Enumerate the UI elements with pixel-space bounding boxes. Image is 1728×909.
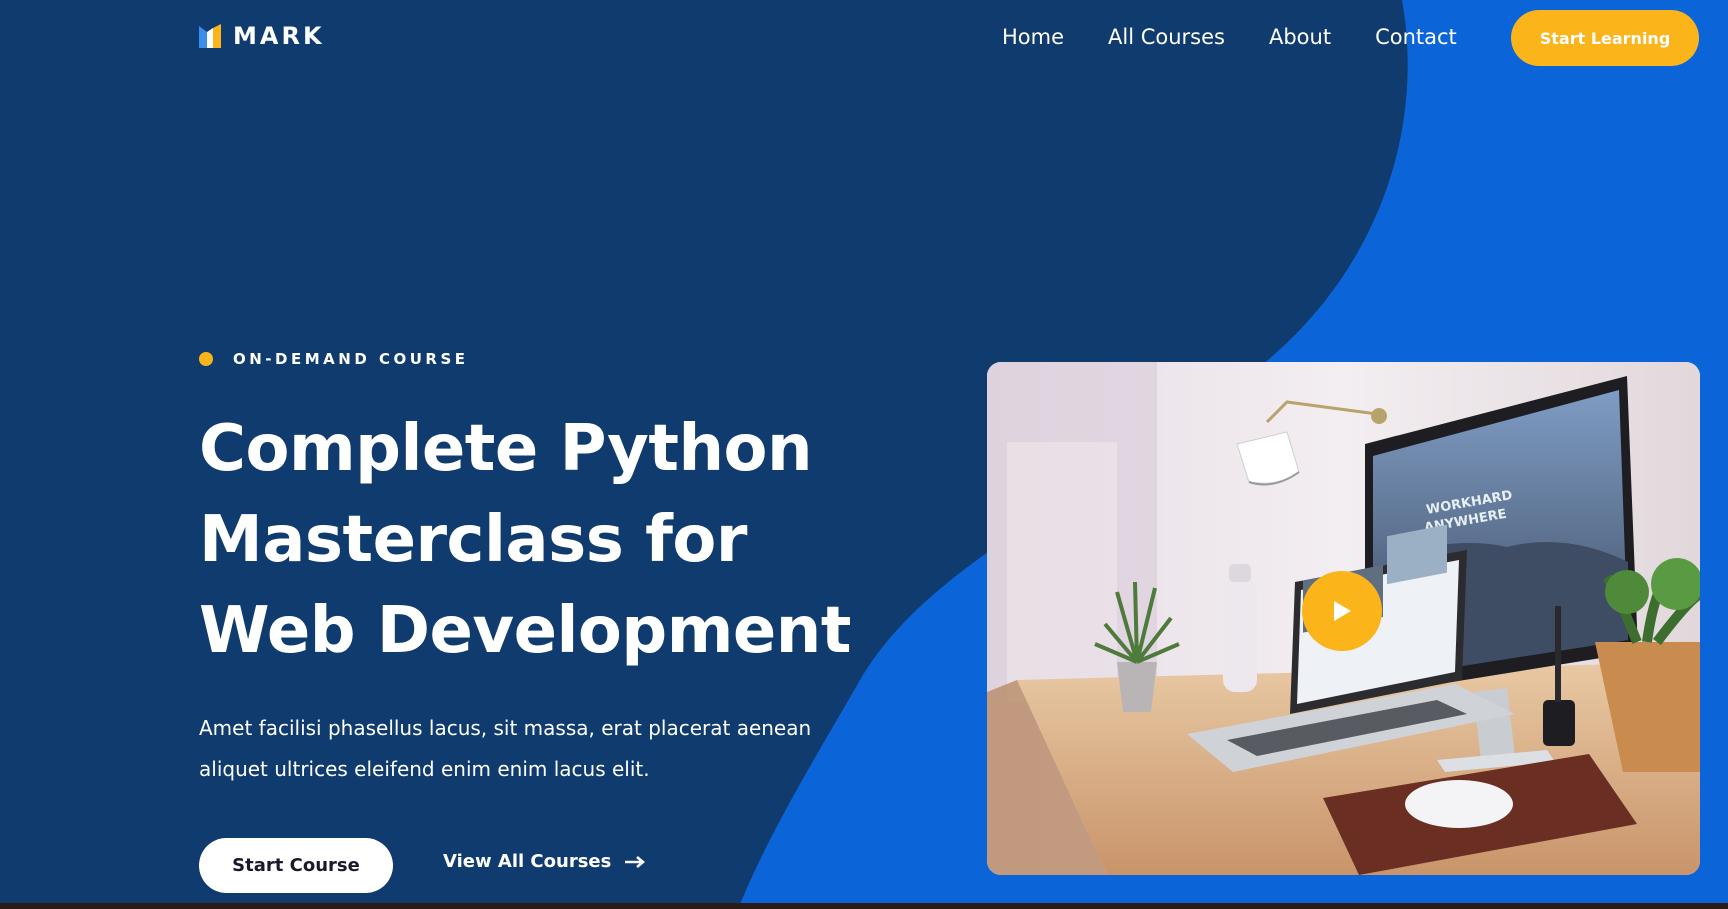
- nav-home[interactable]: Home: [1002, 22, 1064, 52]
- main-nav: Home All Courses About Contact: [1002, 22, 1457, 52]
- start-course-button[interactable]: Start Course: [199, 838, 393, 893]
- play-video-button[interactable]: [1302, 571, 1382, 651]
- nav-contact[interactable]: Contact: [1375, 22, 1457, 52]
- view-all-courses-label: View All Courses: [443, 851, 612, 872]
- hero-title-line-1: Complete Python: [199, 412, 813, 486]
- hero-description: Amet facilisi phasellus lacus, sit massa…: [199, 708, 879, 790]
- view-all-courses-link[interactable]: View All Courses: [443, 851, 646, 872]
- brand-logo[interactable]: MARK: [199, 22, 325, 50]
- bottom-edge-strip: [0, 903, 1728, 909]
- eyebrow-dot: [199, 352, 213, 366]
- hero-title-line-3: Web Development: [199, 594, 851, 668]
- logo-icon: [199, 24, 221, 48]
- hero-description-line-1: Amet facilisi phasellus lacus, sit massa…: [199, 716, 812, 740]
- nav-about[interactable]: About: [1269, 22, 1331, 52]
- hero-title: Complete Python Masterclass for Web Deve…: [199, 404, 919, 677]
- eyebrow-label: ON-DEMAND COURSE: [233, 350, 469, 368]
- hero-title-line-2: Masterclass for: [199, 503, 747, 577]
- site-header: MARK Home All Courses About Contact Star…: [0, 0, 1728, 76]
- nav-all-courses[interactable]: All Courses: [1108, 22, 1225, 52]
- arrow-right-icon: [625, 855, 646, 868]
- hero-eyebrow: ON-DEMAND COURSE: [199, 350, 469, 368]
- start-learning-button[interactable]: Start Learning: [1511, 10, 1699, 66]
- play-icon: [1334, 601, 1351, 621]
- hero-description-line-2: aliquet ultrices eleifend enim enim lacu…: [199, 757, 650, 781]
- brand-name: MARK: [233, 22, 325, 50]
